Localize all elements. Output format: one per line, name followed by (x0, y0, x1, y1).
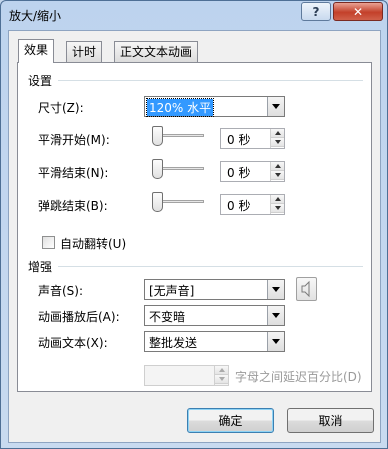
chevron-down-icon[interactable] (267, 280, 284, 299)
close-button[interactable]: ✕ (333, 2, 383, 21)
bounce-end-value: 0 秒 (227, 199, 251, 213)
settings-divider (58, 80, 363, 81)
sound-value: [无声音] (149, 284, 195, 298)
animate-text-value: 整批发送 (149, 336, 198, 350)
spin-down-icon[interactable] (271, 171, 284, 180)
smooth-start-label: 平滑开始(M): (38, 133, 110, 147)
auto-reverse-checkbox[interactable] (42, 236, 55, 249)
dialog-client: 效果 计时 正文文本动画 设置 尺寸(Z): 120% 水平 平滑开始(M): … (8, 30, 381, 443)
spin-up-icon[interactable] (271, 195, 284, 204)
spin-up-icon[interactable] (215, 366, 228, 375)
ok-button[interactable]: 确定 (187, 408, 274, 433)
after-animation-value: 不变暗 (149, 310, 186, 324)
smooth-end-label: 平滑结束(N): (38, 166, 109, 180)
letter-delay-spinner[interactable] (144, 365, 229, 386)
spin-down-icon[interactable] (215, 375, 228, 384)
animate-text-select[interactable]: 整批发送 (144, 331, 285, 352)
help-button[interactable]: ? (301, 2, 331, 21)
after-animation-label: 动画播放后(A): (38, 310, 120, 324)
spin-down-icon[interactable] (271, 204, 284, 213)
spin-up-icon[interactable] (271, 129, 284, 138)
window-title: 放大/缩小 (9, 9, 62, 23)
auto-reverse-label[interactable]: 自动翻转(U) (60, 235, 126, 252)
tab-timing[interactable]: 计时 (66, 41, 103, 62)
size-select[interactable]: 120% 水平 (144, 96, 285, 117)
settings-group-label: 设置 (28, 74, 53, 88)
smooth-end-slider[interactable] (152, 159, 204, 179)
smooth-start-value: 0 秒 (227, 133, 251, 147)
smooth-start-spinner[interactable]: 0 秒 (220, 128, 285, 149)
sound-select[interactable]: [无声音] (144, 279, 285, 300)
chevron-down-icon[interactable] (267, 306, 284, 325)
sound-label: 声音(S): (38, 284, 84, 298)
size-value: 120% 水平 (145, 98, 215, 117)
cancel-button[interactable]: 取消 (287, 408, 374, 433)
smooth-end-spinner[interactable]: 0 秒 (220, 161, 285, 182)
slider-thumb[interactable] (152, 159, 163, 179)
spin-down-icon[interactable] (271, 138, 284, 147)
size-label: 尺寸(Z): (38, 101, 84, 115)
tab-text-animation[interactable]: 正文文本动画 (114, 41, 199, 62)
bounce-end-slider[interactable] (152, 192, 204, 212)
smooth-end-value: 0 秒 (227, 166, 251, 180)
speaker-icon (301, 280, 310, 298)
title-bar[interactable]: 放大/缩小 ? ✕ (1, 1, 387, 29)
sound-volume-button[interactable] (296, 277, 317, 301)
animate-text-label: 动画文本(X): (38, 336, 108, 350)
enhance-group-label: 增强 (28, 260, 53, 274)
bounce-end-spinner[interactable]: 0 秒 (220, 194, 285, 215)
dialog-window: 放大/缩小 ? ✕ 效果 计时 正文文本动画 设置 尺寸(Z): 120% 水平… (0, 0, 388, 449)
chevron-down-icon[interactable] (267, 97, 284, 116)
chevron-down-icon[interactable] (267, 332, 284, 351)
smooth-start-slider[interactable] (152, 126, 204, 146)
after-animation-select[interactable]: 不变暗 (144, 305, 285, 326)
tab-panel-effect: 设置 尺寸(Z): 120% 水平 平滑开始(M): 0 秒 平滑结束(N): (17, 62, 372, 392)
spin-up-icon[interactable] (271, 162, 284, 171)
slider-thumb[interactable] (152, 126, 163, 146)
slider-thumb[interactable] (152, 192, 163, 212)
tab-effect[interactable]: 效果 (18, 39, 55, 63)
bounce-end-label: 弹跳结束(B): (38, 199, 108, 213)
enhance-divider (58, 266, 363, 267)
letter-delay-label: 字母之间延迟百分比(D) (235, 370, 362, 384)
